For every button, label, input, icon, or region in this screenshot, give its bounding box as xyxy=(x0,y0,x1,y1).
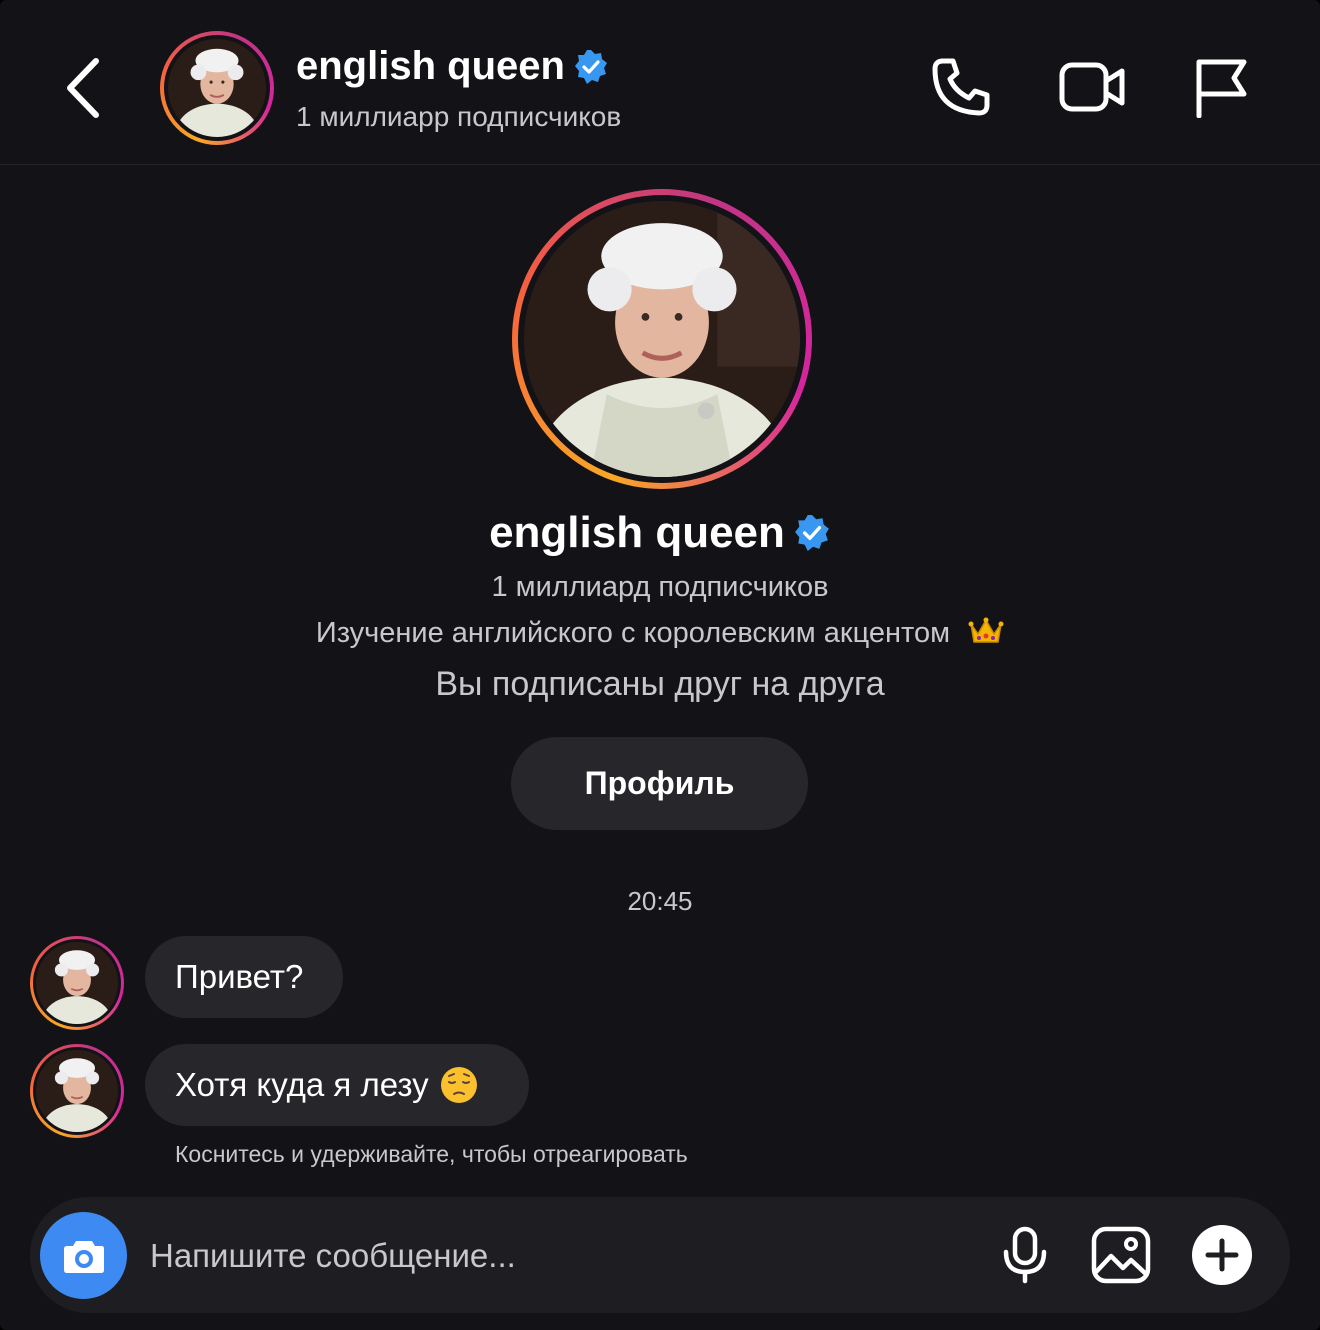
back-arrow-icon xyxy=(67,58,99,118)
header-name-text: english queen xyxy=(296,44,565,88)
phone-icon xyxy=(932,58,990,116)
flag-icon xyxy=(1196,59,1247,118)
chat-header: english queen 1 миллиарр подписчиков xyxy=(0,0,1320,165)
reaction-hint: Коснитесь и удерживайте, чтобы отреагиро… xyxy=(175,1141,688,1167)
video-call-button[interactable] xyxy=(1058,52,1128,122)
profile-name: english queen xyxy=(0,508,1320,558)
header-subtitle: 1 миллиарр подписчиков xyxy=(296,101,622,132)
queen-portrait-icon xyxy=(36,1050,118,1132)
header-avatar[interactable] xyxy=(160,31,274,145)
call-button[interactable] xyxy=(926,52,996,122)
profile-name-text: english queen xyxy=(489,508,785,557)
image-icon xyxy=(1091,1226,1151,1284)
profile-bio: Изучение английского с королевским акцен… xyxy=(0,616,1320,650)
microphone-icon xyxy=(1003,1226,1047,1284)
sender-avatar[interactable] xyxy=(30,936,124,1030)
queen-portrait-large-icon xyxy=(524,201,800,477)
chat-screen: english queen 1 миллиарр подписчиков eng… xyxy=(0,0,1320,1330)
message-text: Хотя куда я лезу xyxy=(175,1066,429,1103)
view-profile-button[interactable]: Профиль xyxy=(511,737,808,830)
sender-avatar[interactable] xyxy=(30,1044,124,1138)
camera-icon xyxy=(63,1240,104,1273)
video-camera-icon xyxy=(1059,62,1125,112)
camera-button[interactable] xyxy=(40,1212,127,1299)
more-actions-button[interactable] xyxy=(1190,1223,1254,1287)
message-bubble[interactable]: Хотя куда я лезу xyxy=(145,1044,529,1126)
plus-icon xyxy=(1192,1225,1252,1285)
pensive-face-icon xyxy=(439,1065,479,1105)
profile-bio-text: Изучение английского с королевским акцен… xyxy=(315,617,951,649)
profile-avatar[interactable] xyxy=(512,189,812,489)
profile-followers: 1 миллиард подписчиков xyxy=(491,571,829,603)
verified-badge-icon xyxy=(793,514,831,552)
gallery-button[interactable] xyxy=(1089,1223,1153,1287)
header-title[interactable]: english queen xyxy=(296,44,609,89)
back-button[interactable] xyxy=(54,50,114,126)
message-text: Привет? xyxy=(175,958,304,995)
voice-message-button[interactable] xyxy=(993,1223,1057,1287)
report-button[interactable] xyxy=(1186,52,1256,122)
message-bubble[interactable]: Привет? xyxy=(145,936,343,1018)
message-input[interactable] xyxy=(148,1225,982,1287)
queen-portrait-icon xyxy=(168,39,266,137)
message-composer xyxy=(30,1197,1290,1313)
message-timestamp: 20:45 xyxy=(627,886,693,916)
crown-icon xyxy=(968,616,1004,646)
mutual-follow-text: Вы подписаны друг на друга xyxy=(435,665,885,703)
queen-portrait-icon xyxy=(36,942,118,1024)
verified-badge-icon xyxy=(573,49,609,85)
